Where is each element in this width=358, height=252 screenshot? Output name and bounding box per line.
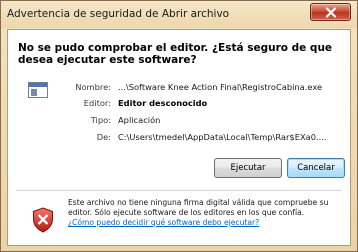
detail-row-type: Tipo: Aplicación	[8, 113, 348, 127]
detail-label: Tipo:	[90, 115, 111, 125]
help-link[interactable]: ¿Cómo puedo decidir qué software debo ej…	[68, 218, 259, 227]
security-warning-dialog: Advertencia de seguridad de Abrir archiv…	[0, 0, 358, 252]
close-icon	[325, 7, 337, 18]
detail-label: De:	[96, 132, 111, 142]
detail-value-name: ...\Software Knee Action Final\RegistroC…	[118, 82, 323, 92]
warning-message: Este archivo no tiene ninguna firma digi…	[68, 198, 346, 228]
dialog-content: No se pudo comprobar el editor. ¿Está se…	[7, 29, 351, 246]
dialog-heading: No se pudo comprobar el editor. ¿Está se…	[18, 42, 333, 66]
window-title: Advertencia de seguridad de Abrir archiv…	[7, 8, 230, 20]
detail-row-from: De: C:\Users\tmedel\AppData\Local\Temp\R…	[8, 130, 348, 144]
divider	[16, 190, 342, 191]
close-button[interactable]	[310, 3, 351, 21]
detail-label: Nombre:	[75, 82, 111, 92]
cancel-button[interactable]: Cancelar	[287, 158, 345, 178]
title-bar[interactable]: Advertencia de seguridad de Abrir archiv…	[1, 1, 357, 28]
security-shield-icon	[33, 207, 53, 233]
detail-value-publisher: Editor desconocido	[118, 98, 208, 108]
detail-value-type: Aplicación	[118, 115, 161, 125]
detail-label: Editor:	[83, 98, 111, 108]
detail-row-name: Nombre: ...\Software Knee Action Final\R…	[8, 80, 348, 94]
detail-row-publisher: Editor: Editor desconocido	[8, 96, 348, 110]
warning-text: Este archivo no tiene ninguna firma digi…	[68, 198, 329, 217]
run-button[interactable]: Ejecutar	[214, 158, 282, 178]
detail-value-from: C:\Users\tmedel\AppData\Local\Temp\Rar$E…	[118, 132, 327, 142]
